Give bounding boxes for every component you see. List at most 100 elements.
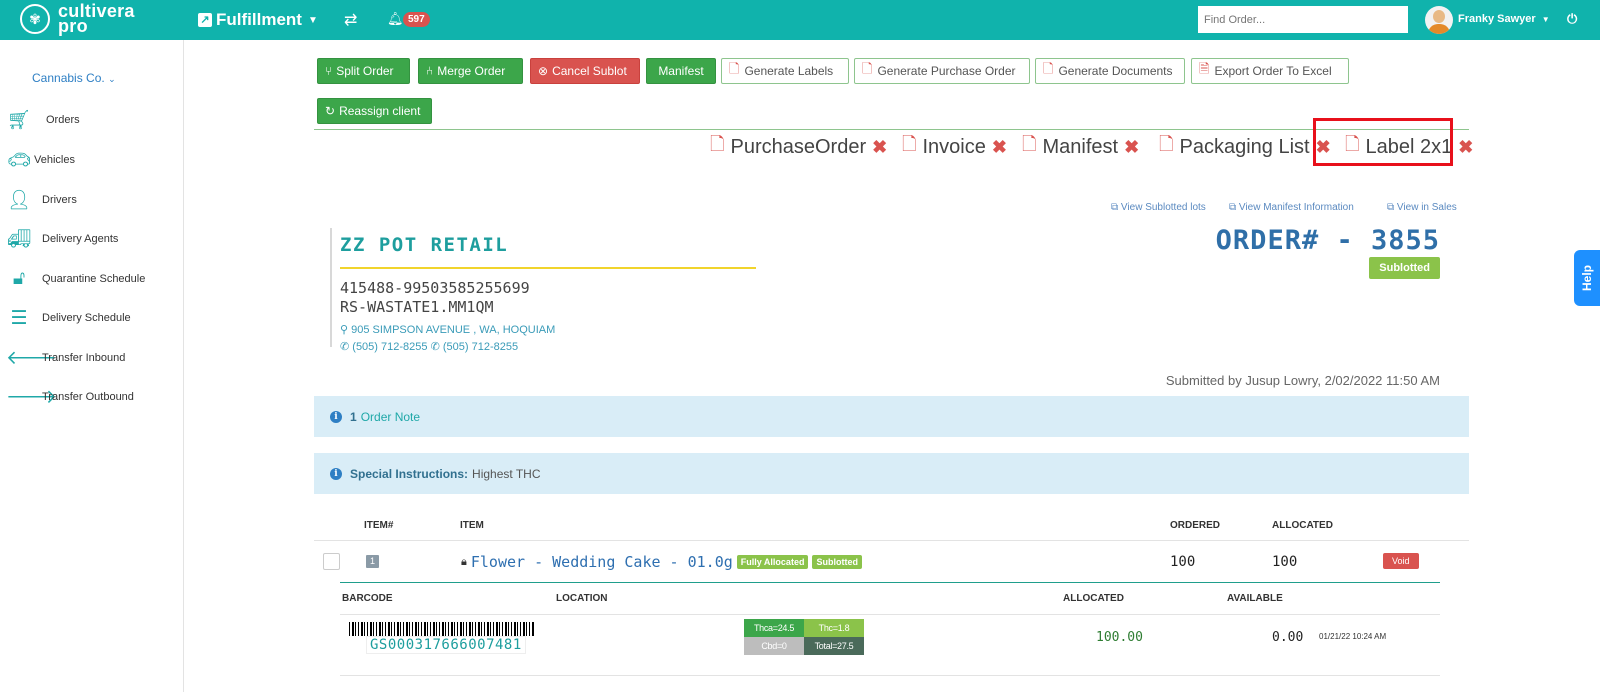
info-icon: i	[330, 467, 342, 480]
power-icon[interactable]: ⏻	[1567, 11, 1577, 27]
sidebar-item-transfer-inbound[interactable]: 🡐 Transfer Inbound	[6, 346, 125, 370]
sublot-date: 01/21/22 10:24 AM	[1319, 632, 1387, 641]
bell-icon[interactable]: 🔔︎	[387, 11, 404, 27]
client-selector[interactable]: Cannabis Co. ⌄	[32, 71, 116, 85]
pdf-icon: 🗋	[1043, 61, 1054, 76]
col-header-item-num: ITEM#	[364, 520, 394, 531]
barcode-value[interactable]: GS000317666007481	[366, 636, 526, 654]
truck-icon: 🚚︎	[6, 229, 32, 250]
sidebar: Cannabis Co. ⌄ 🛒︎ Orders 🚗︎ Vehicles 👤︎ …	[0, 40, 184, 692]
caret-down-icon: ▼	[307, 14, 318, 26]
doc-label: Manifest	[1042, 135, 1119, 158]
special-instructions-bar: i Special Instructions: Highest THC	[314, 453, 1469, 494]
fully-allocated-tag: Fully Allocated	[736, 555, 809, 569]
chevron-down-icon: ⌄	[108, 74, 116, 84]
row-checkbox[interactable]	[323, 553, 340, 570]
help-tab[interactable]: Help	[1574, 250, 1600, 306]
split-icon: ⑂	[325, 64, 333, 78]
module-switcher[interactable]: ↗ Fulfillment ▼	[198, 10, 318, 30]
doc-label: Invoice	[922, 135, 986, 158]
generate-labels-button[interactable]: 🗋 Generate Labels	[721, 58, 849, 84]
order-note-bar[interactable]: i 1 Order Note	[314, 396, 1469, 437]
status-badge: Sublotted	[1369, 257, 1440, 279]
order-note-label: Order Note	[360, 409, 421, 424]
sublot-available: 0.00	[1272, 630, 1304, 645]
col-header-allocated: ALLOCATED	[1272, 520, 1333, 531]
car-icon: 🚗︎	[6, 150, 32, 171]
cultivera-logo[interactable]: ✾ cultivera pro	[20, 2, 135, 36]
remove-icon[interactable]: ✖	[1124, 137, 1139, 158]
void-button[interactable]: Void	[1383, 553, 1419, 569]
doc-packaging-list[interactable]: 🗋 Packaging List ✖	[1159, 132, 1331, 162]
view-in-sales-link[interactable]: ⧉ View in Sales	[1387, 202, 1457, 213]
customer-phones: ✆ (505) 712-8255 ✆ (505) 712-8255	[340, 340, 518, 353]
order-number: ORDER# - 3855	[1215, 225, 1440, 256]
user-avatar[interactable]	[1425, 6, 1453, 34]
item-name-link[interactable]: Flower - Wedding Cake - 01.0g	[471, 553, 733, 571]
divider	[340, 267, 756, 269]
customer-address-link[interactable]: ⚲ 905 SIMPSON AVENUE , WA, HOQUIAM	[340, 323, 555, 336]
user-icon: 👤︎	[6, 190, 32, 211]
doc-purchase-order[interactable]: 🗋 PurchaseOrder ✖	[710, 132, 887, 162]
external-link-icon: ⧉	[1229, 202, 1239, 213]
notification-badge[interactable]: 597	[403, 12, 430, 27]
remove-icon[interactable]: ✖	[872, 137, 887, 158]
pdf-icon: 🗋	[1159, 134, 1174, 154]
doc-invoice[interactable]: 🗋 Invoice ✖	[902, 132, 1007, 162]
view-manifest-information-link[interactable]: ⧉ View Manifest Information	[1229, 202, 1354, 213]
unlock-icon: 🔓︎	[12, 268, 26, 289]
user-name: Franky Sawyer	[1458, 13, 1536, 25]
client-name: Cannabis Co.	[32, 71, 105, 85]
export-order-excel-button[interactable]: 🗎 Export Order To Excel	[1191, 58, 1349, 84]
sidebar-item-drivers[interactable]: 👤︎ Drivers	[6, 188, 77, 212]
cancel-sublot-button[interactable]: ⊗ Cancel Sublot	[530, 58, 640, 84]
user-menu[interactable]: Franky Sawyer ▼	[1458, 13, 1550, 25]
sidebar-item-orders[interactable]: 🛒︎ Orders	[6, 108, 80, 132]
item-row: 🔒︎ Flower - Wedding Cake - 01.0g Fully A…	[461, 553, 862, 571]
order-note-count: 1	[350, 409, 357, 424]
merge-order-button[interactable]: ⑃ Merge Order	[418, 58, 523, 84]
remove-icon[interactable]: ✖	[992, 137, 1007, 158]
swap-icon[interactable]: ⇄	[344, 10, 357, 30]
sidebar-item-vehicles[interactable]: 🚗︎ Vehicles	[6, 148, 75, 172]
phone-link[interactable]: (505) 712-8255	[352, 341, 427, 353]
refresh-icon: ↻	[325, 104, 336, 118]
sidebar-item-label: Orders	[46, 114, 80, 126]
external-link-icon: ⧉	[1387, 202, 1397, 213]
remove-icon[interactable]: ✖	[1458, 137, 1473, 158]
cbd-pill: Cbd=0	[744, 637, 804, 655]
phone-link[interactable]: (505) 712-8255	[443, 341, 518, 353]
thca-pill: Thca=24.5	[744, 619, 804, 637]
barcode-image	[349, 622, 534, 636]
col-header-ordered: ORDERED	[1170, 520, 1221, 531]
lock-icon: 🔒︎	[461, 555, 467, 568]
info-icon: i	[330, 410, 342, 423]
caret-down-icon: ▼	[1541, 15, 1550, 24]
sidebar-item-label: Quarantine Schedule	[42, 273, 146, 285]
sidebar-item-label: Drivers	[42, 194, 77, 206]
sidebar-item-delivery-agents[interactable]: 🚚︎ Delivery Agents	[6, 227, 119, 251]
sidebar-item-label: Vehicles	[34, 154, 75, 166]
col-header-item: ITEM	[460, 520, 484, 531]
reassign-client-button[interactable]: ↻ Reassign client	[317, 98, 432, 124]
submitted-info: Submitted by Jusup Lowry, 2/02/2022 11:5…	[1165, 373, 1440, 388]
map-marker-icon: ⚲	[340, 324, 352, 336]
split-order-button[interactable]: ⑂ Split Order	[317, 58, 410, 84]
sidebar-item-transfer-outbound[interactable]: 🡒 Transfer Outbound	[6, 385, 134, 409]
generate-purchase-order-button[interactable]: 🗋 Generate Purchase Order	[854, 58, 1030, 84]
customer-card: ZZ POT RETAIL 415488-99503585255699 RS-W…	[330, 228, 756, 353]
sidebar-item-quarantine-schedule[interactable]: 🔓︎ Quarantine Schedule	[6, 267, 146, 291]
customer-store-id: RS-WASTATE1.MM1QM	[340, 298, 494, 316]
doc-label: PurchaseOrder	[730, 135, 867, 158]
doc-label: Packaging List	[1179, 135, 1310, 158]
sidebar-item-label: Transfer Outbound	[42, 391, 134, 403]
view-sublotted-lots-link[interactable]: ⧉ View Sublotted lots	[1111, 202, 1206, 213]
sidebar-item-delivery-schedule[interactable]: ☰ Delivery Schedule	[6, 306, 130, 330]
find-order-input[interactable]	[1198, 6, 1408, 33]
doc-manifest[interactable]: 🗋 Manifest ✖	[1022, 132, 1139, 162]
excel-icon: 🗎	[1199, 61, 1210, 76]
logo-text-line2: pro	[58, 16, 88, 36]
manifest-button[interactable]: Manifest	[646, 58, 716, 84]
main-content: ⑂ Split Order ⑃ Merge Order ⊗ Cancel Sublot…	[184, 40, 1600, 692]
generate-documents-button[interactable]: 🗋 Generate Documents	[1035, 58, 1185, 84]
